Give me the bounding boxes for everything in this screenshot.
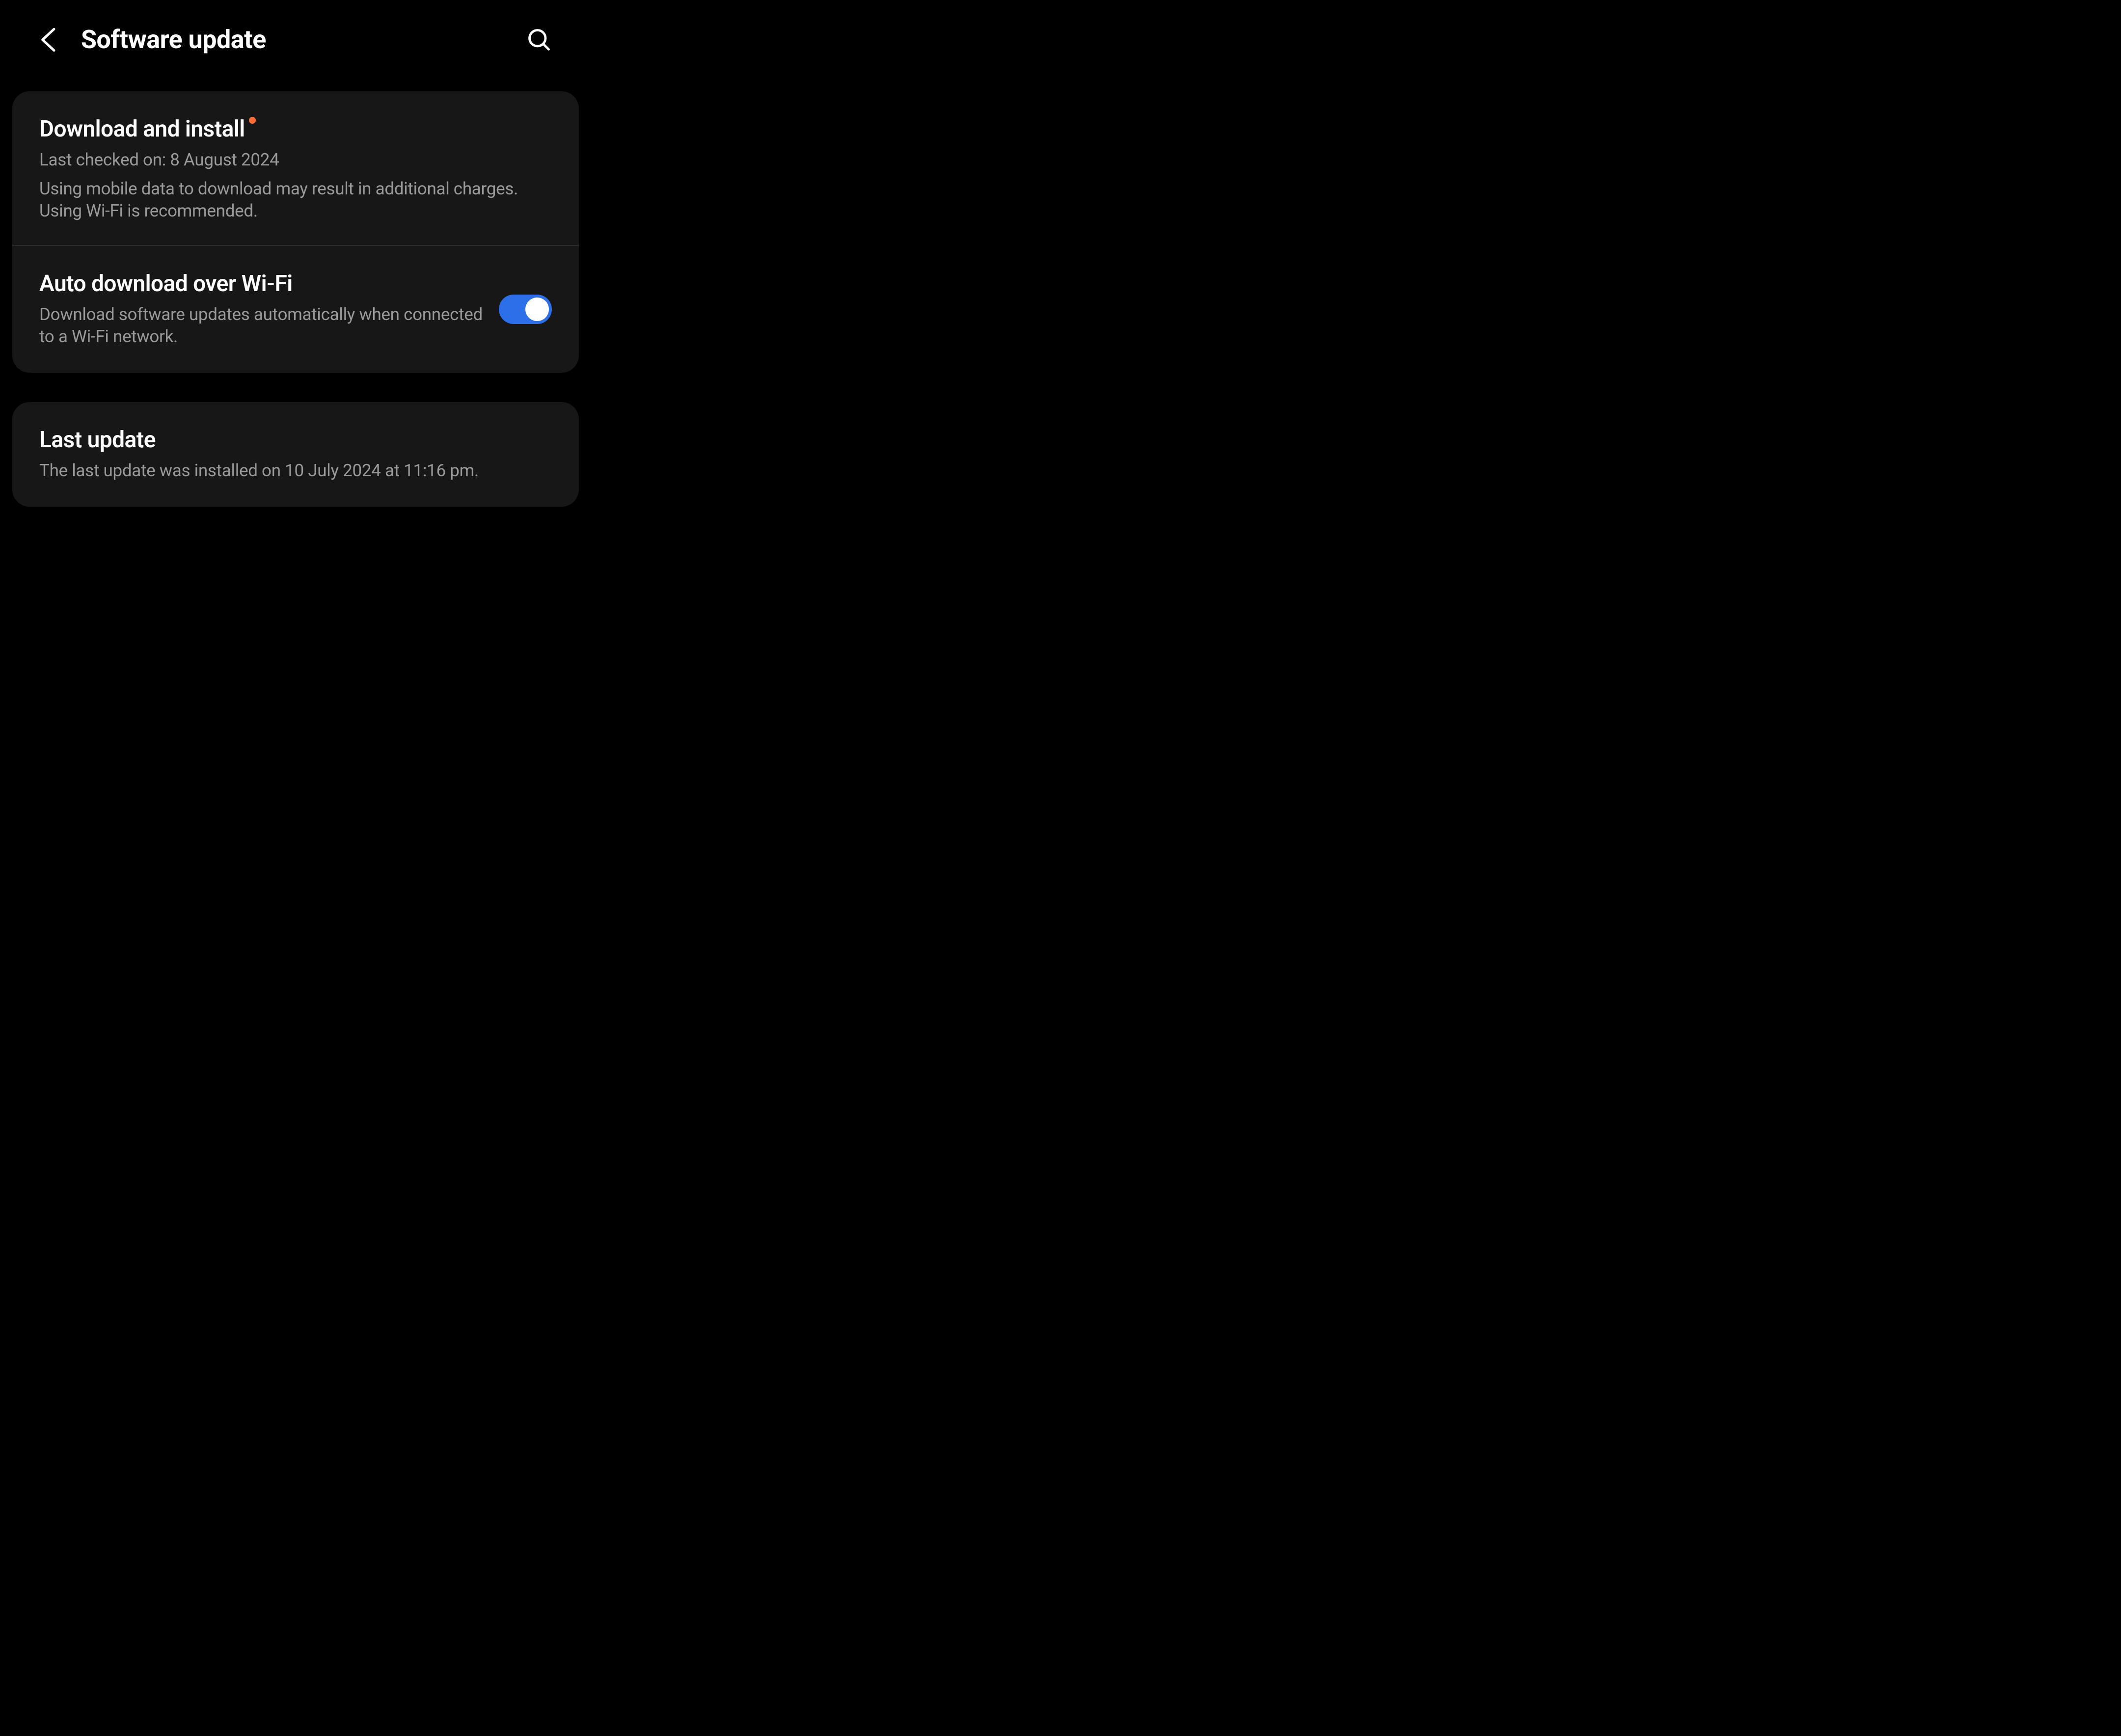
auto-download-item[interactable]: Auto download over Wi-Fi Download softwa… <box>12 246 579 373</box>
download-install-warning: Using mobile data to download may result… <box>39 178 552 222</box>
last-update-item[interactable]: Last update The last update was installe… <box>12 402 579 507</box>
last-update-description: The last update was installed on 10 July… <box>39 460 552 482</box>
auto-download-content: Auto download over Wi-Fi Download softwa… <box>39 271 484 348</box>
back-icon <box>39 27 59 52</box>
notification-dot-icon <box>249 117 256 124</box>
last-update-card: Last update The last update was installe… <box>12 402 579 507</box>
last-update-title: Last update <box>39 427 552 453</box>
page-title: Software update <box>81 25 504 54</box>
update-options-card: Download and install Last checked on: 8 … <box>12 91 579 373</box>
back-button[interactable] <box>39 27 59 52</box>
download-install-title: Download and install <box>39 116 245 142</box>
toggle-knob <box>525 298 549 321</box>
download-install-last-checked: Last checked on: 8 August 2024 <box>39 149 552 171</box>
auto-download-description: Download software updates automatically … <box>39 304 484 348</box>
search-button[interactable] <box>526 27 552 53</box>
header: Software update <box>0 0 591 79</box>
search-icon <box>526 27 552 53</box>
download-install-item[interactable]: Download and install Last checked on: 8 … <box>12 91 579 246</box>
auto-download-toggle[interactable] <box>499 295 552 324</box>
download-install-title-row: Download and install <box>39 116 552 142</box>
auto-download-title: Auto download over Wi-Fi <box>39 271 484 297</box>
